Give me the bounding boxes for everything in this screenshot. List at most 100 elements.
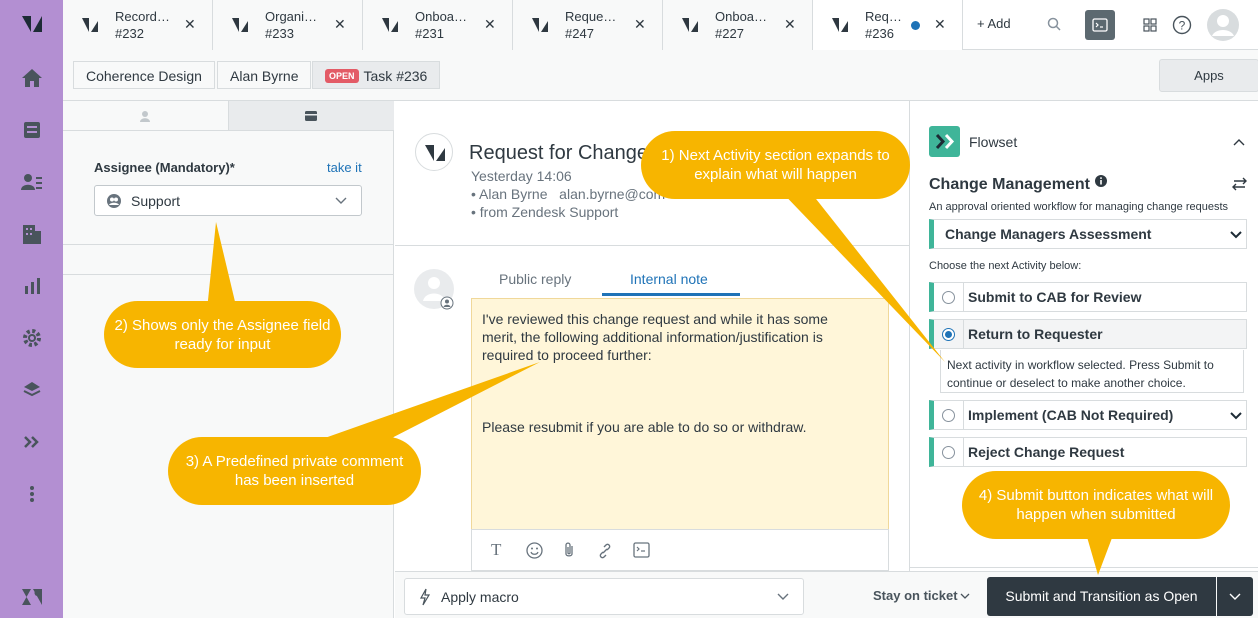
ticket-tab-icon bbox=[682, 18, 698, 32]
activity-radio[interactable] bbox=[942, 409, 955, 422]
callout-3: 3) A Predefined private comment has been… bbox=[168, 437, 421, 505]
tab-id: #231 bbox=[415, 26, 444, 41]
terminal-icon[interactable] bbox=[1085, 10, 1115, 40]
stay-on-ticket-select[interactable]: Stay on ticket bbox=[873, 588, 958, 603]
help-icon[interactable]: ? bbox=[1172, 15, 1192, 38]
current-state-value: Change Managers Assessment bbox=[945, 226, 1152, 242]
tab-public-reply[interactable]: Public reply bbox=[499, 271, 571, 287]
activity-option[interactable]: Submit to CAB for Review bbox=[929, 282, 1247, 312]
terminal-icon[interactable] bbox=[633, 542, 650, 558]
tab-ticket-fields[interactable] bbox=[228, 101, 394, 131]
add-tab-button[interactable]: + Add bbox=[977, 16, 1011, 31]
zendesk-z-icon[interactable] bbox=[18, 583, 46, 611]
activity-option[interactable]: Reject Change Request bbox=[929, 437, 1247, 467]
views-icon[interactable] bbox=[18, 116, 46, 144]
zendesk-logo-icon bbox=[425, 145, 445, 161]
emoji-icon[interactable] bbox=[526, 542, 543, 559]
apps-button[interactable]: Apps bbox=[1159, 59, 1258, 92]
apply-macro-select[interactable]: Apply macro bbox=[404, 578, 804, 615]
more-icon[interactable] bbox=[18, 480, 46, 508]
submit-button[interactable]: Submit and Transition as Open bbox=[987, 577, 1216, 616]
divider bbox=[963, 283, 964, 311]
info-icon[interactable] bbox=[1095, 175, 1107, 187]
next-activity-info: Next activity in workflow selected. Pres… bbox=[940, 350, 1244, 393]
close-icon[interactable]: ✕ bbox=[184, 16, 196, 33]
ticket-tab-icon bbox=[832, 18, 848, 32]
callout-2: 2) Shows only the Assignee field ready f… bbox=[104, 301, 341, 368]
link-icon[interactable] bbox=[596, 542, 614, 560]
ticket-tab-icon bbox=[382, 18, 398, 32]
activity-radio[interactable] bbox=[942, 446, 955, 459]
tab-user-info[interactable] bbox=[63, 101, 228, 131]
activity-label: Return to Requester bbox=[968, 326, 1103, 342]
activity-option-selected[interactable]: Return to Requester bbox=[929, 319, 1247, 349]
attachment-icon[interactable] bbox=[563, 541, 575, 560]
user-avatar-icon[interactable] bbox=[1207, 9, 1239, 44]
close-icon[interactable]: ✕ bbox=[934, 16, 946, 33]
take-it-link[interactable]: take it bbox=[327, 160, 362, 175]
breadcrumb-organization[interactable]: Coherence Design bbox=[73, 61, 215, 89]
activity-label: Implement (CAB Not Required) bbox=[968, 407, 1174, 423]
note-text-paragraph-1: I've reviewed this change request and wh… bbox=[482, 311, 828, 363]
layers-icon[interactable] bbox=[18, 376, 46, 404]
flowset-logo-icon bbox=[929, 126, 960, 157]
divider bbox=[963, 438, 964, 466]
next-activity-text: Next activity in workflow selected. Pres… bbox=[947, 358, 1214, 390]
radio-dot-icon bbox=[945, 331, 952, 338]
callout-4: 4) Submit button indicates what will hap… bbox=[962, 471, 1230, 539]
ticket-tab[interactable]: Onboa… #227 ✕ bbox=[663, 0, 813, 50]
apps-grid-icon[interactable] bbox=[1143, 18, 1157, 35]
chevron-up-icon[interactable] bbox=[1233, 138, 1245, 146]
breadcrumb-requester[interactable]: Alan Byrne bbox=[217, 61, 312, 89]
ticket-tab[interactable]: Organi… #233 ✕ bbox=[213, 0, 363, 50]
text-format-icon[interactable]: T bbox=[491, 540, 501, 560]
ticket-tab[interactable]: Reque… #247 ✕ bbox=[513, 0, 663, 50]
organizations-icon[interactable] bbox=[18, 220, 46, 248]
person-icon bbox=[140, 111, 150, 122]
chevron-down-icon bbox=[777, 593, 789, 600]
breadcrumb-task[interactable]: OPEN Task #236 bbox=[312, 61, 441, 89]
svg-text:?: ? bbox=[1179, 19, 1186, 33]
zendesk-avatar bbox=[415, 133, 453, 171]
ticket-tab-active[interactable]: Req… #236 ✕ bbox=[813, 0, 963, 50]
ticket-tab[interactable]: Onboa… #231 ✕ bbox=[363, 0, 513, 50]
callout-1: 1) Next Activity section expands to expl… bbox=[641, 131, 910, 199]
ticket-tab[interactable]: Record… #232 ✕ bbox=[63, 0, 213, 50]
chevron-down-icon bbox=[1229, 593, 1241, 600]
active-tab-indicator bbox=[602, 293, 740, 296]
tab-title: Record… bbox=[115, 9, 170, 24]
close-icon[interactable]: ✕ bbox=[634, 16, 646, 33]
note-text-paragraph-2: Please resubmit if you are able to do so… bbox=[482, 419, 807, 435]
close-icon[interactable]: ✕ bbox=[484, 16, 496, 33]
close-icon[interactable]: ✕ bbox=[334, 16, 346, 33]
tab-internal-note[interactable]: Internal note bbox=[630, 271, 708, 287]
flowset-app-name: Flowset bbox=[969, 134, 1018, 150]
search-icon[interactable] bbox=[1047, 17, 1061, 34]
tab-id: #232 bbox=[115, 26, 144, 41]
flowset-nav-icon[interactable] bbox=[18, 428, 46, 456]
assignee-select[interactable]: Support bbox=[94, 185, 362, 216]
close-icon[interactable]: ✕ bbox=[784, 16, 796, 33]
reporting-icon[interactable] bbox=[18, 272, 46, 300]
breadcrumb: Coherence Design Alan Byrne OPEN Task #23… bbox=[63, 50, 1258, 101]
chevron-down-icon[interactable] bbox=[960, 593, 970, 599]
chevron-down-icon bbox=[1230, 231, 1242, 239]
tab-title: Onboa… bbox=[415, 9, 468, 24]
activity-radio[interactable] bbox=[942, 291, 955, 304]
agent-badge-icon bbox=[440, 296, 454, 310]
activity-label: Submit to CAB for Review bbox=[968, 289, 1142, 305]
status-badge: OPEN bbox=[325, 69, 359, 83]
switch-workflow-icon[interactable] bbox=[1231, 177, 1248, 191]
admin-gear-icon[interactable] bbox=[18, 324, 46, 352]
customers-icon[interactable] bbox=[18, 168, 46, 196]
zendesk-logo-icon[interactable] bbox=[18, 10, 46, 38]
agent-avatar bbox=[414, 269, 454, 310]
current-state-select[interactable]: Change Managers Assessment bbox=[929, 219, 1247, 249]
divider bbox=[63, 244, 393, 245]
chevron-down-icon[interactable] bbox=[1230, 412, 1242, 420]
activity-radio-selected[interactable] bbox=[942, 328, 955, 341]
divider bbox=[395, 245, 909, 246]
activity-option[interactable]: Implement (CAB Not Required) bbox=[929, 400, 1247, 430]
submit-options-button[interactable] bbox=[1217, 577, 1253, 616]
home-icon[interactable] bbox=[18, 64, 46, 92]
